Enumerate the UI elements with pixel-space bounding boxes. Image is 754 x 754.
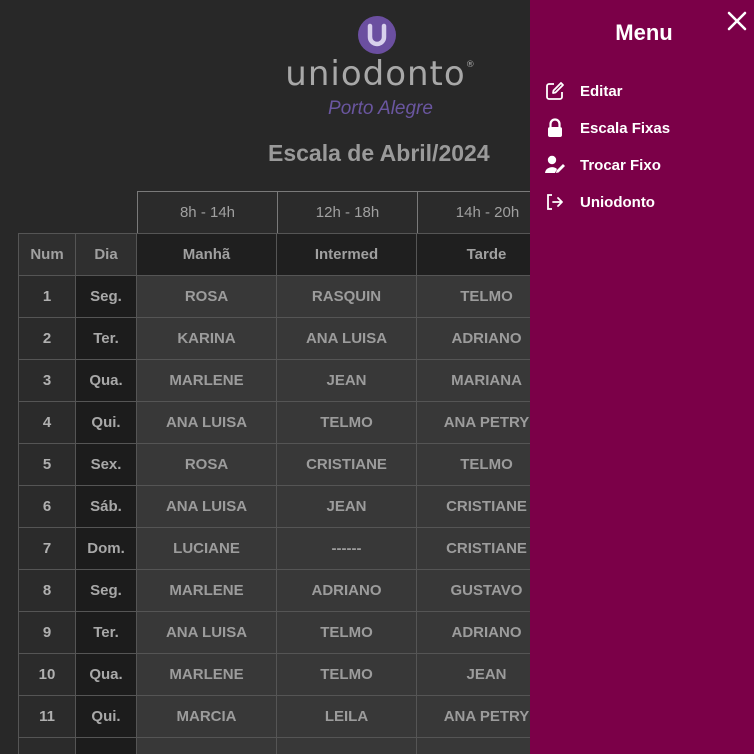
cell-num: 11	[18, 695, 76, 738]
schedule-table: 8h - 14h 12h - 18h 14h - 20h Num Dia Man…	[18, 191, 558, 754]
cell-intermed: TELMO	[276, 611, 417, 654]
menu-item-escala-fixas[interactable]: Escala Fixas	[544, 116, 670, 140]
cell-manha: ANA LUISA	[136, 485, 277, 528]
header-intermed: Intermed	[276, 233, 417, 276]
logout-icon	[544, 192, 566, 212]
cell-dia: Seg.	[75, 275, 137, 318]
cell-intermed: JEAN	[276, 359, 417, 402]
cell-dia: Dom.	[75, 527, 137, 570]
menu-item-label: Escala Fixas	[580, 119, 671, 137]
cell-dia: Sex.	[75, 443, 137, 486]
cell-num: 7	[18, 527, 76, 570]
menu-item-uniodonto[interactable]: Uniodonto	[544, 190, 655, 214]
table-row: 6 Sáb. ANA LUISA JEAN CRISTIANE	[18, 485, 557, 528]
cell-manha: MARLENE	[136, 359, 277, 402]
table-row	[18, 737, 557, 754]
cell-dia: Ter.	[75, 317, 137, 360]
cell-manha: ROSA	[136, 275, 277, 318]
menu-item-label: Trocar Fixo	[580, 156, 661, 174]
cell-intermed	[276, 737, 417, 754]
cell-num: 2	[18, 317, 76, 360]
cell-dia: Ter.	[75, 611, 137, 654]
cell-dia: Qua.	[75, 359, 137, 402]
cell-intermed: RASQUIN	[276, 275, 417, 318]
time-slot-row: 8h - 14h 12h - 18h 14h - 20h	[18, 191, 558, 234]
table-row: 11 Qui. MARCIA LEILA ANA PETRY	[18, 695, 557, 738]
page-title: Escala de Abril/2024	[268, 140, 490, 166]
cell-manha: ROSA	[136, 443, 277, 486]
cell-dia: Qui.	[75, 401, 137, 444]
menu-title: Menu	[615, 20, 673, 45]
user-edit-icon	[544, 155, 566, 175]
header-row: Num Dia Manhã Intermed Tarde	[18, 233, 557, 276]
cell-num	[18, 737, 76, 754]
menu-item-label: Editar	[580, 82, 623, 100]
header-dia: Dia	[75, 233, 137, 276]
table-row: 2 Ter. KARINA ANA LUISA ADRIANO	[18, 317, 557, 360]
close-icon[interactable]	[726, 10, 748, 32]
logo-mark-icon	[358, 16, 396, 54]
cell-num: 4	[18, 401, 76, 444]
lock-icon	[544, 118, 566, 138]
table-row: 3 Qua. MARLENE JEAN MARIANA	[18, 359, 557, 402]
cell-manha	[136, 737, 277, 754]
cell-num: 9	[18, 611, 76, 654]
cell-intermed: LEILA	[276, 695, 417, 738]
table-row: 5 Sex. ROSA CRISTIANE TELMO	[18, 443, 557, 486]
cell-num: 6	[18, 485, 76, 528]
cell-manha: ANA LUISA	[136, 401, 277, 444]
cell-intermed: JEAN	[276, 485, 417, 528]
table-row: 9 Ter. ANA LUISA TELMO ADRIANO	[18, 611, 557, 654]
menu-item-label: Uniodonto	[580, 193, 655, 211]
cell-num: 5	[18, 443, 76, 486]
header-manha: Manhã	[136, 233, 277, 276]
table-body: 1 Seg. ROSA RASQUIN TELMO 2 Ter. KARINA ANA LUIS…	[18, 275, 557, 754]
cell-num: 3	[18, 359, 76, 402]
side-menu: Menu Editar Escala Fixas Trocar Fixo Uni…	[530, 0, 754, 754]
edit-icon	[544, 81, 566, 101]
cell-intermed: TELMO	[276, 653, 417, 696]
table-row: 8 Seg. MARLENE ADRIANO GUSTAVO	[18, 569, 557, 612]
uniodonto-logo: uniodonto® Porto Alegre	[278, 14, 483, 124]
cell-manha: KARINA	[136, 317, 277, 360]
logo-subtitle: Porto Alegre	[328, 98, 433, 119]
header-num: Num	[18, 233, 76, 276]
table-row: 4 Qui. ANA LUISA TELMO ANA PETRY	[18, 401, 557, 444]
cell-intermed: ANA LUISA	[276, 317, 417, 360]
time-slot-cell: 8h - 14h	[137, 191, 278, 234]
cell-num: 1	[18, 275, 76, 318]
cell-intermed: ADRIANO	[276, 569, 417, 612]
cell-manha: MARCIA	[136, 695, 277, 738]
logo-wordmark: uniodonto®	[285, 54, 476, 94]
cell-dia: Seg.	[75, 569, 137, 612]
table-row: 10 Qua. MARLENE TELMO JEAN	[18, 653, 557, 696]
cell-dia: Qua.	[75, 653, 137, 696]
cell-num: 8	[18, 569, 76, 612]
menu-item-editar[interactable]: Editar	[544, 79, 623, 103]
cell-num: 10	[18, 653, 76, 696]
cell-manha: MARLENE	[136, 653, 277, 696]
cell-intermed: CRISTIANE	[276, 443, 417, 486]
blank-cell	[18, 191, 137, 234]
cell-manha: MARLENE	[136, 569, 277, 612]
menu-item-trocar-fixo[interactable]: Trocar Fixo	[544, 153, 661, 177]
cell-dia: Qui.	[75, 695, 137, 738]
cell-manha: ANA LUISA	[136, 611, 277, 654]
table-row: 7 Dom. LUCIANE ------ CRISTIANE	[18, 527, 557, 570]
cell-dia	[75, 737, 137, 754]
page: uniodonto® Porto Alegre Escala de Abril/…	[0, 0, 754, 754]
time-slot-cell: 12h - 18h	[277, 191, 418, 234]
cell-intermed: ------	[276, 527, 417, 570]
cell-intermed: TELMO	[276, 401, 417, 444]
table-row: 1 Seg. ROSA RASQUIN TELMO	[18, 275, 557, 318]
cell-manha: LUCIANE	[136, 527, 277, 570]
cell-dia: Sáb.	[75, 485, 137, 528]
